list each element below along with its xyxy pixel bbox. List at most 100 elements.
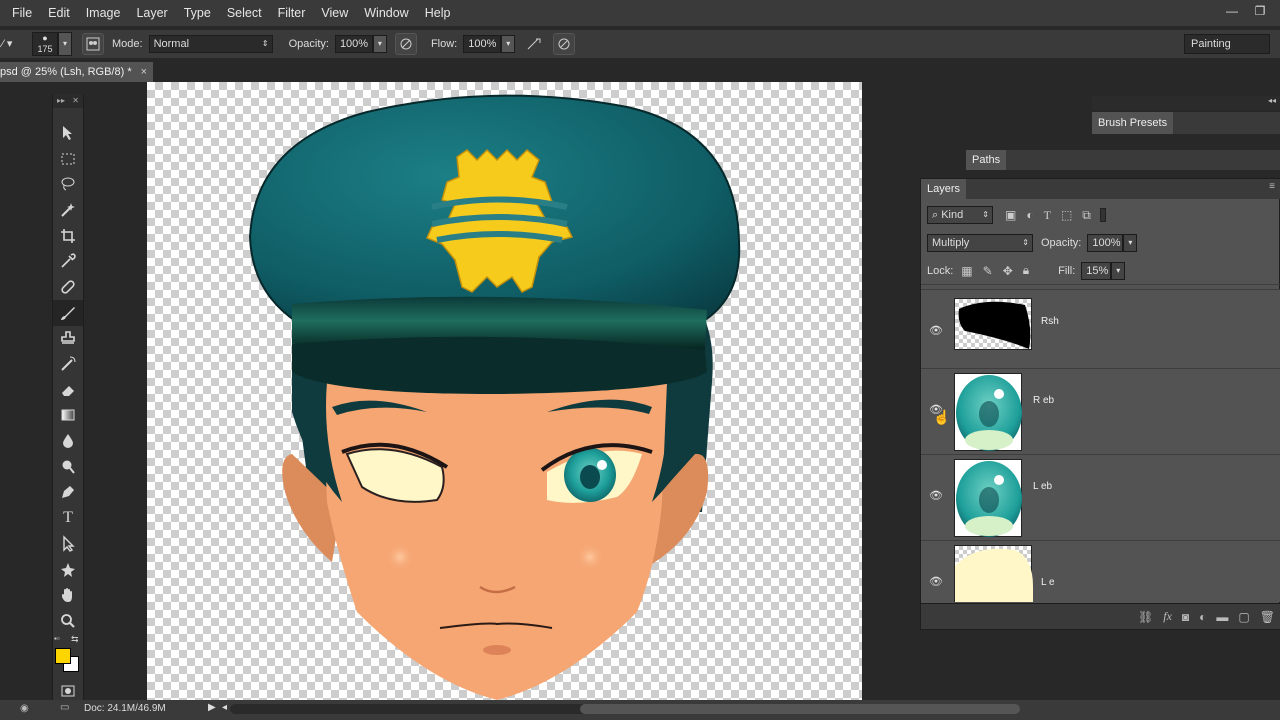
type-tool-icon[interactable]: T — [53, 505, 83, 531]
brush-tool-icon[interactable] — [53, 299, 83, 326]
opacity-field[interactable]: 100% — [334, 35, 373, 53]
blend-mode-select[interactable]: Multiply ⇕ — [927, 234, 1033, 252]
opacity-dropdown-arrow[interactable]: ▾ — [372, 35, 387, 53]
menu-edit[interactable]: Edit — [40, 0, 78, 26]
move-tool-icon[interactable] — [53, 120, 83, 146]
shape-tool-icon[interactable] — [53, 557, 83, 583]
lasso-tool-icon[interactable] — [53, 171, 83, 197]
blur-tool-icon[interactable] — [53, 428, 83, 454]
layer-row[interactable]: 👁︎ Rsh — [921, 289, 1280, 375]
menu-select[interactable]: Select — [219, 0, 270, 26]
zoom-box-icon[interactable]: ▭ — [60, 702, 69, 713]
layer-opacity-arrow[interactable]: ▾ — [1123, 234, 1138, 252]
layer-name[interactable]: L eb — [1033, 481, 1052, 492]
workspace-switcher[interactable]: Painting — [1184, 34, 1270, 54]
menu-filter[interactable]: Filter — [270, 0, 314, 26]
gradient-tool-icon[interactable] — [53, 403, 83, 429]
history-brush-tool-icon[interactable] — [53, 351, 83, 377]
menu-file[interactable]: File — [0, 0, 40, 26]
healing-tool-icon[interactable] — [53, 274, 83, 300]
scroll-left-icon[interactable]: ◂ — [222, 702, 227, 713]
fill-arrow[interactable]: ▾ — [1111, 261, 1126, 280]
path-select-tool-icon[interactable] — [53, 531, 83, 557]
expand-icon[interactable]: ◂◂ — [1268, 96, 1276, 105]
filter-smart-object-icon[interactable]: ⧉ — [1082, 208, 1091, 223]
mode-select[interactable]: Normal ⇕ — [148, 35, 273, 53]
toolbox-header[interactable]: ▸▸ ✕ — [53, 94, 83, 108]
menu-image[interactable]: Image — [78, 0, 129, 26]
filter-type-icon[interactable]: T — [1044, 208, 1051, 223]
swap-colors-icon[interactable]: ⇆ — [71, 634, 79, 645]
visibility-eye-icon[interactable]: 👁︎ — [929, 324, 943, 338]
pen-tool-icon[interactable] — [53, 480, 83, 506]
brush-dropdown-arrow[interactable]: ▾ — [58, 32, 72, 56]
dodge-tool-icon[interactable] — [53, 454, 83, 480]
photoshop-window: File Edit Image Layer Type Select Filter… — [0, 0, 1280, 720]
document-tab[interactable]: psd @ 25% (Lsh, RGB/8) * × — [0, 62, 154, 82]
pressure-size-icon[interactable] — [553, 33, 576, 55]
scrollbar-thumb[interactable] — [580, 704, 1020, 714]
filter-shape-icon[interactable]: ⬚ — [1061, 208, 1072, 222]
quick-select-tool-icon[interactable] — [53, 197, 83, 223]
visibility-eye-icon[interactable]: 👁︎ — [929, 489, 943, 503]
brush-presets-tab[interactable]: Brush Presets — [1092, 112, 1174, 134]
new-layer-icon[interactable]: ▢ — [1238, 610, 1249, 624]
close-icon[interactable]: ✕ — [72, 94, 79, 108]
visibility-eye-icon[interactable]: 👁︎ — [929, 575, 943, 589]
eraser-tool-icon[interactable] — [53, 377, 83, 403]
expand-icon[interactable]: ▸▸ — [57, 94, 65, 108]
marquee-tool-icon[interactable] — [53, 146, 83, 172]
layer-kind-filter[interactable]: ⌕ Kind ⇕ — [927, 206, 993, 224]
lock-all-icon[interactable]: 🔒︎ — [1023, 263, 1029, 278]
pressure-opacity-icon[interactable] — [394, 33, 417, 55]
menu-layer[interactable]: Layer — [128, 0, 175, 26]
layer-row[interactable]: 👁︎ L eb — [921, 454, 1280, 540]
adjustment-layer-icon[interactable]: ◐ — [1199, 610, 1206, 624]
fill-field[interactable]: 15% — [1081, 261, 1112, 280]
layers-tab[interactable]: Layers — [921, 179, 967, 199]
crop-tool-icon[interactable] — [53, 223, 83, 249]
restore-icon[interactable]: ❐ — [1250, 2, 1270, 20]
menu-help[interactable]: Help — [417, 0, 459, 26]
menu-window[interactable]: Window — [356, 0, 416, 26]
status-menu-arrow-icon[interactable]: ▶ — [208, 702, 216, 713]
delete-layer-icon[interactable]: 🗑︎ — [1260, 610, 1275, 624]
panel-menu-icon[interactable]: ≡ — [1269, 181, 1275, 192]
lock-transparency-icon[interactable]: ▦ — [961, 264, 972, 278]
status-toggle-icon[interactable]: ◉ — [20, 703, 29, 714]
brush-size-picker[interactable]: ● 175 — [32, 32, 58, 56]
layer-name[interactable]: R eb — [1033, 395, 1054, 406]
flow-dropdown-arrow[interactable]: ▾ — [501, 35, 516, 53]
link-layers-icon[interactable]: ⛓ — [1138, 610, 1153, 624]
layer-opacity-field[interactable]: 100% — [1087, 234, 1124, 252]
filter-toggle-icon[interactable] — [1099, 208, 1106, 222]
eyedropper-tool-icon[interactable] — [53, 248, 83, 274]
add-mask-icon[interactable]: ◙ — [1182, 610, 1189, 624]
layer-name[interactable]: Rsh — [1041, 316, 1059, 327]
menu-view[interactable]: View — [313, 0, 356, 26]
layer-row[interactable]: 👁︎ ☝ R eb — [921, 368, 1280, 454]
horizontal-scrollbar[interactable] — [230, 704, 1020, 714]
paths-tab[interactable]: Paths — [966, 150, 1007, 170]
default-colors-icon[interactable]: ▪▫ — [54, 634, 60, 643]
layer-style-icon[interactable]: fx — [1163, 609, 1172, 624]
minimize-icon[interactable]: — — [1222, 2, 1242, 20]
filter-pixel-icon[interactable]: ▣ — [1005, 208, 1016, 222]
stamp-tool-icon[interactable] — [53, 326, 83, 352]
airbrush-icon[interactable] — [523, 33, 545, 55]
zoom-tool-icon[interactable] — [53, 608, 83, 634]
brush-panel-toggle-icon[interactable] — [82, 33, 104, 55]
close-icon[interactable]: × — [141, 66, 147, 78]
layer-row[interactable]: 👁︎ L e — [921, 540, 1280, 602]
document-canvas[interactable] — [147, 82, 862, 700]
hand-tool-icon[interactable] — [53, 582, 83, 608]
menu-type[interactable]: Type — [176, 0, 219, 26]
lock-pixels-icon[interactable]: ✎ — [983, 264, 993, 278]
layer-name[interactable]: L e — [1041, 577, 1055, 588]
foreground-color-swatch[interactable] — [55, 647, 71, 664]
new-group-icon[interactable]: ▬ — [1216, 610, 1228, 624]
filter-adjustment-icon[interactable]: ◐ — [1026, 208, 1033, 222]
flow-field[interactable]: 100% — [463, 35, 502, 53]
lock-position-icon[interactable]: ✥ — [1003, 264, 1013, 278]
tool-preset-icon[interactable]: ⁄ ▾ — [0, 32, 28, 56]
